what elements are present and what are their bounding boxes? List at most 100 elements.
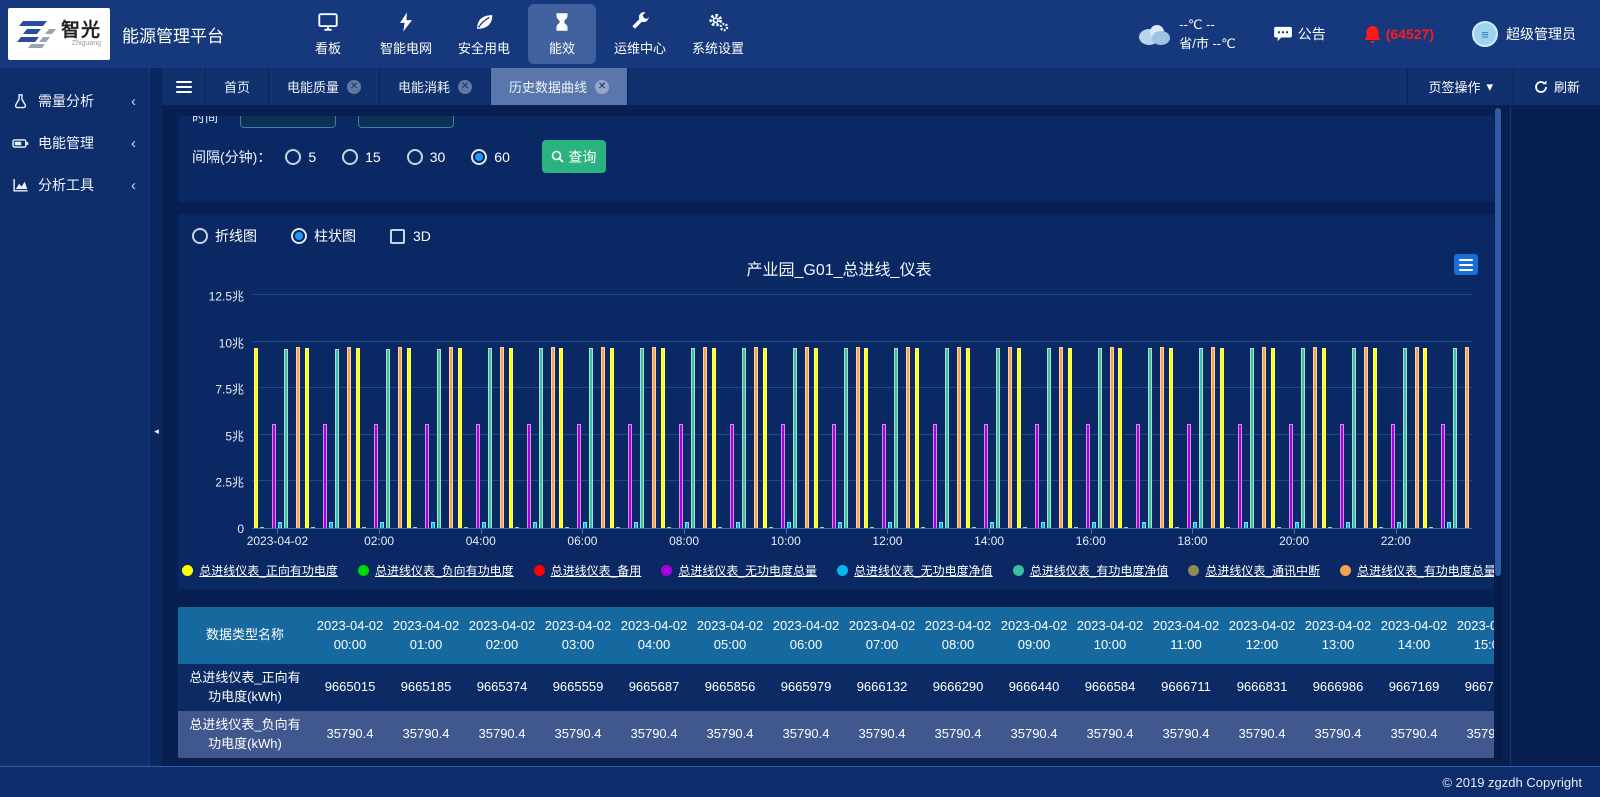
bar[interactable]	[425, 424, 429, 528]
start-date-input[interactable]	[240, 116, 336, 128]
bar[interactable]	[1035, 424, 1039, 528]
sidebar-item-1[interactable]: 需量分析‹	[0, 80, 148, 122]
bar[interactable]	[996, 348, 1000, 528]
bar[interactable]	[1346, 522, 1350, 528]
bar[interactable]	[1244, 522, 1248, 528]
bar[interactable]	[1068, 348, 1072, 528]
scrollbar-thumb[interactable]	[1495, 108, 1501, 576]
bar[interactable]	[864, 348, 868, 528]
bar[interactable]	[565, 527, 569, 528]
bar[interactable]	[787, 522, 791, 528]
bar[interactable]	[589, 348, 593, 528]
bar[interactable]	[921, 527, 925, 528]
sidebar-item-2[interactable]: 电能管理‹	[0, 122, 148, 164]
bar[interactable]	[362, 527, 366, 528]
tab-close-icon[interactable]: ✕	[595, 80, 609, 94]
nav-item-6[interactable]: 系统设置	[684, 4, 752, 64]
vertical-scrollbar[interactable]	[1494, 106, 1502, 766]
bar[interactable]	[374, 424, 378, 528]
bar[interactable]	[718, 527, 722, 528]
bar[interactable]	[1199, 348, 1203, 528]
bar[interactable]	[652, 347, 656, 528]
bar[interactable]	[742, 348, 746, 528]
bar[interactable]	[805, 347, 809, 528]
bar[interactable]	[464, 527, 468, 528]
bar[interactable]	[1047, 348, 1051, 528]
bar[interactable]	[284, 349, 288, 528]
bar[interactable]	[1352, 348, 1356, 528]
bar[interactable]	[945, 348, 949, 528]
bar[interactable]	[329, 522, 333, 528]
bar[interactable]	[966, 348, 970, 528]
interval-radio-30[interactable]: 30	[407, 149, 446, 165]
bar[interactable]	[1142, 522, 1146, 528]
bar[interactable]	[1118, 348, 1122, 528]
bar[interactable]	[679, 424, 683, 528]
tab-close-icon[interactable]: ✕	[458, 80, 472, 94]
bar[interactable]	[1250, 348, 1254, 528]
bar[interactable]	[260, 527, 264, 528]
bar[interactable]	[527, 424, 531, 528]
bar[interactable]	[1175, 527, 1179, 528]
bar[interactable]	[1023, 527, 1027, 528]
bar[interactable]	[386, 349, 390, 528]
sidebar-item-3[interactable]: 分析工具‹	[0, 164, 148, 206]
bar[interactable]	[1148, 348, 1152, 528]
bar[interactable]	[1220, 348, 1224, 528]
bar[interactable]	[820, 527, 824, 528]
bar[interactable]	[272, 424, 276, 528]
bar[interactable]	[1193, 522, 1197, 528]
bar[interactable]	[769, 527, 773, 528]
bar[interactable]	[551, 347, 555, 528]
bar[interactable]	[888, 522, 892, 528]
bar[interactable]	[1136, 424, 1140, 528]
bar[interactable]	[661, 348, 665, 528]
bar[interactable]	[278, 522, 282, 528]
bar[interactable]	[763, 348, 767, 528]
bar[interactable]	[685, 522, 689, 528]
legend-item-4[interactable]: 总进线仪表_无功电度总量	[661, 562, 817, 579]
bar[interactable]	[1238, 424, 1242, 528]
bar[interactable]	[882, 424, 886, 528]
bar[interactable]	[1041, 522, 1045, 528]
tab-4[interactable]: 历史数据曲线✕	[491, 68, 628, 105]
bar[interactable]	[1453, 348, 1457, 528]
bar[interactable]	[894, 348, 898, 528]
bar[interactable]	[1059, 347, 1063, 528]
bar[interactable]	[939, 522, 943, 528]
bar[interactable]	[1429, 527, 1433, 528]
bar[interactable]	[915, 348, 919, 528]
legend-item-6[interactable]: 总进线仪表_有功电度净值	[1013, 562, 1169, 579]
bar[interactable]	[500, 347, 504, 528]
interval-radio-5[interactable]: 5	[285, 149, 316, 165]
bar[interactable]	[1441, 424, 1445, 528]
bar[interactable]	[703, 347, 707, 528]
bar[interactable]	[323, 424, 327, 528]
interval-radio-15[interactable]: 15	[342, 149, 381, 165]
bar[interactable]	[1397, 522, 1401, 528]
bar[interactable]	[1074, 527, 1078, 528]
bar[interactable]	[398, 347, 402, 528]
bar[interactable]	[1169, 348, 1173, 528]
nav-item-1[interactable]: 看板	[294, 4, 362, 64]
bar[interactable]	[311, 527, 315, 528]
bar[interactable]	[730, 424, 734, 528]
bar[interactable]	[1423, 348, 1427, 528]
bar[interactable]	[634, 522, 638, 528]
legend-item-8[interactable]: 总进线仪表_有功电度总量	[1340, 562, 1496, 579]
bar[interactable]	[1017, 348, 1021, 528]
nav-item-2[interactable]: 智能电网	[372, 4, 440, 64]
legend-item-2[interactable]: 总进线仪表_负向有功电度	[358, 562, 514, 579]
bar[interactable]	[1289, 424, 1293, 528]
bar[interactable]	[254, 348, 258, 528]
tab-close-icon[interactable]: ✕	[347, 80, 361, 94]
bar[interactable]	[488, 348, 492, 528]
bar[interactable]	[476, 424, 480, 528]
bar[interactable]	[539, 348, 543, 528]
bar[interactable]	[1098, 348, 1102, 528]
bar[interactable]	[1226, 527, 1230, 528]
bar[interactable]	[957, 347, 961, 528]
bar[interactable]	[856, 347, 860, 528]
bar[interactable]	[814, 348, 818, 528]
bar[interactable]	[1373, 348, 1377, 528]
